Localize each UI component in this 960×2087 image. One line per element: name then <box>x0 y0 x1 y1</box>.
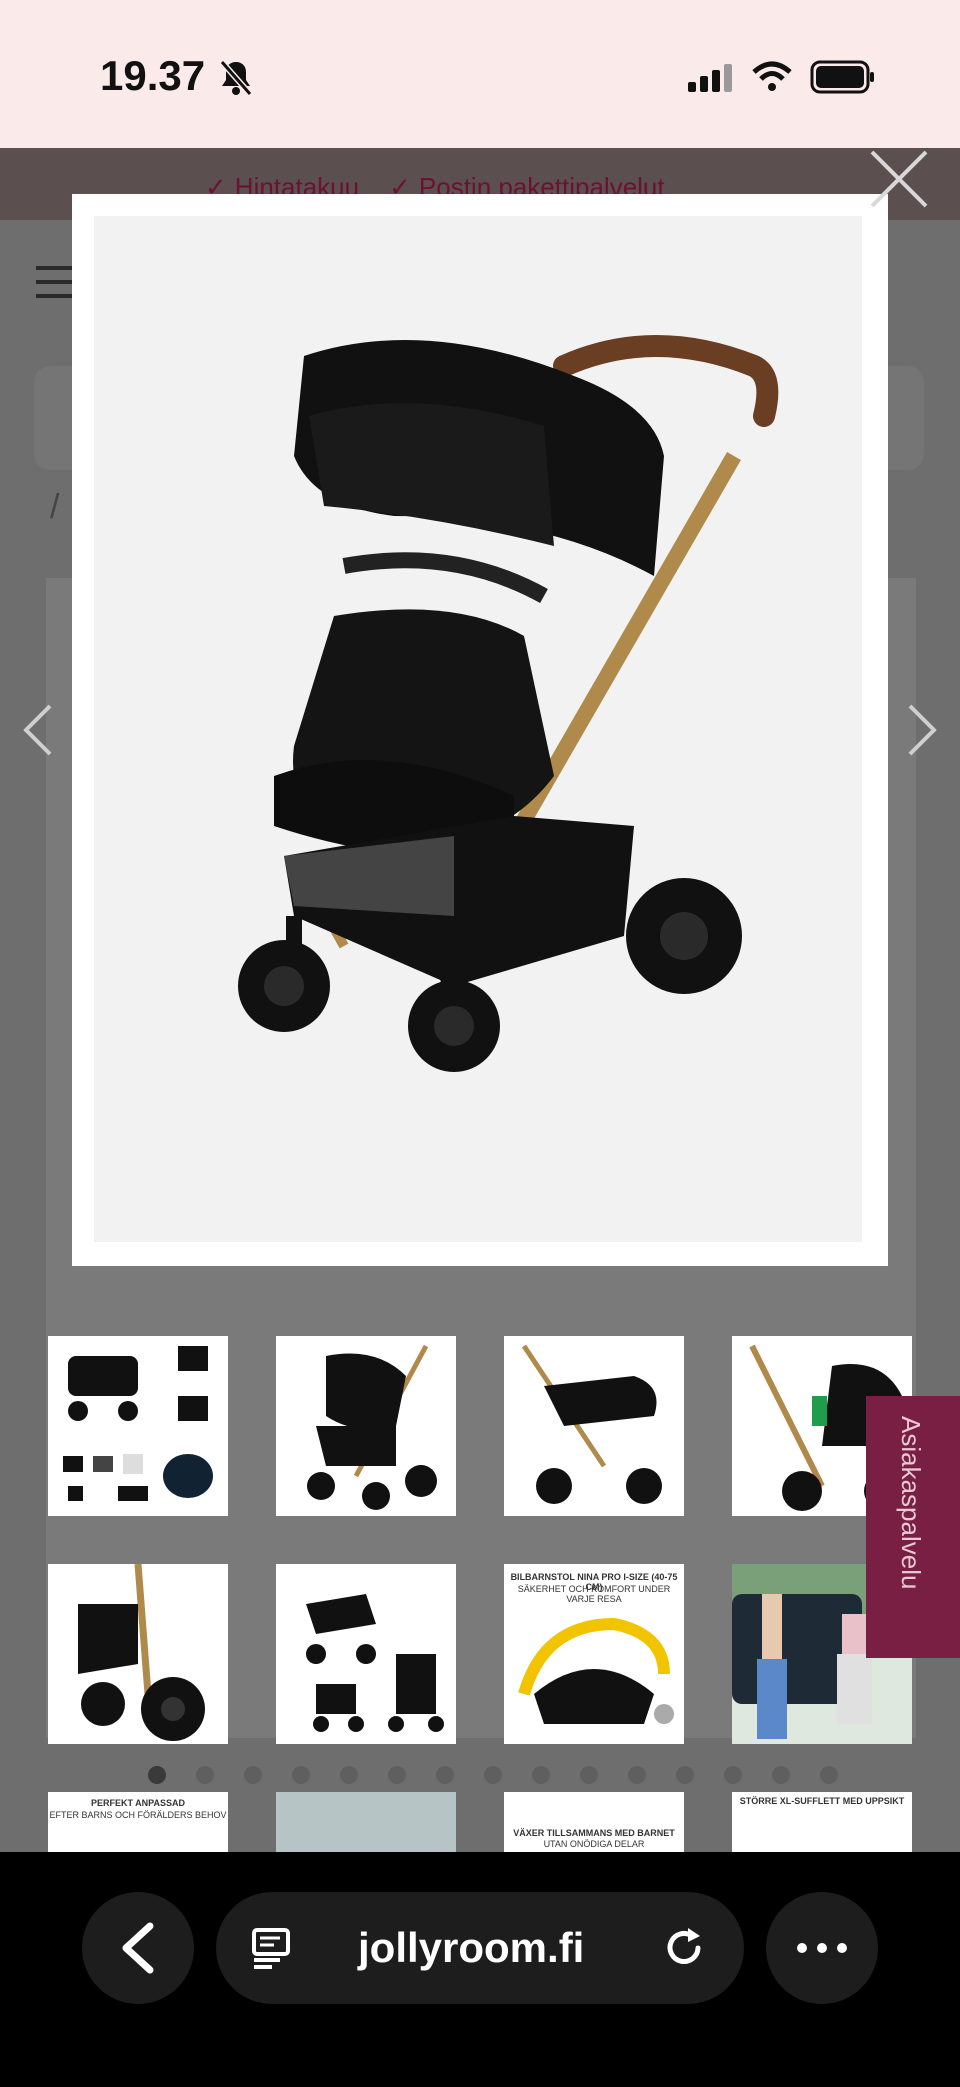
pagination-dot[interactable] <box>676 1766 694 1784</box>
close-icon[interactable] <box>866 146 932 212</box>
thumbnail[interactable] <box>276 1564 456 1744</box>
thumbnail[interactable]: VÄXER TILLSAMMANS MED BARNET UTAN ONÖDIG… <box>504 1792 684 1852</box>
pagination-dot[interactable] <box>628 1766 646 1784</box>
pagination-dot[interactable] <box>292 1766 310 1784</box>
customer-service-tab[interactable]: Asiakaspalvelu <box>866 1396 960 1658</box>
pagination-dot[interactable] <box>196 1766 214 1784</box>
thumbnail[interactable] <box>276 1336 456 1516</box>
hamburger-menu-icon[interactable] <box>36 266 76 308</box>
thumb-caption: UTAN ONÖDIGA DELAR <box>543 1839 645 1849</box>
pagination-dot[interactable] <box>484 1766 502 1784</box>
pagination-dot[interactable] <box>532 1766 550 1784</box>
pagination-dot[interactable] <box>820 1766 838 1784</box>
thumbnail[interactable]: STÖRRE XL-SUFFLETT MED UPPSIKT <box>732 1792 912 1852</box>
reload-icon[interactable] <box>662 1926 706 1970</box>
thumb-caption: EFTER BARNS OCH FÖRÄLDERS BEHOV <box>49 1810 227 1820</box>
pagination-dot[interactable] <box>148 1766 166 1784</box>
reader-mode-icon[interactable] <box>250 1926 294 1970</box>
previous-image-arrow-icon[interactable] <box>18 700 58 760</box>
thumbnail[interactable]: PERFEKT ANPASSAD EFTER BARNS OCH FÖRÄLDE… <box>48 1792 228 1852</box>
next-image-arrow-icon[interactable] <box>902 700 942 760</box>
customer-service-label: Asiakaspalvelu <box>896 1416 926 1590</box>
thumb-caption: SÄKERHET OCH KOMFORT UNDER VARJE RESA <box>517 1584 671 1604</box>
battery-icon <box>810 60 874 94</box>
pagination-dot[interactable] <box>388 1766 406 1784</box>
stroller-image <box>238 335 779 1072</box>
lightbox-image <box>94 216 862 1242</box>
address-bar[interactable]: jollyroom.fi <box>216 1892 744 2004</box>
ellipsis-icon <box>797 1943 847 1953</box>
thumbnail[interactable] <box>276 1792 456 1852</box>
thumbnail[interactable]: BILBARNSTOL NINA PRO I-SIZE (40-75 CM) S… <box>504 1564 684 1744</box>
url-domain: jollyroom.fi <box>358 1924 585 1971</box>
breadcrumb: / <box>50 488 60 526</box>
thumbnail[interactable] <box>48 1336 228 1516</box>
more-options-button[interactable] <box>766 1892 878 2004</box>
thumb-caption: VÄXER TILLSAMMANS MED BARNET <box>513 1828 675 1838</box>
thumbnail[interactable] <box>48 1564 228 1744</box>
browser-toolbar: jollyroom.fi <box>0 1852 960 2087</box>
pagination-dot[interactable] <box>772 1766 790 1784</box>
thumb-caption: STÖRRE XL-SUFFLETT MED UPPSIKT <box>739 1796 905 1806</box>
pagination-dot[interactable] <box>580 1766 598 1784</box>
pagination-dot[interactable] <box>724 1766 742 1784</box>
pagination-dot[interactable] <box>436 1766 454 1784</box>
thumb-caption: PERFEKT ANPASSAD <box>90 1798 185 1808</box>
pagination-dot[interactable] <box>244 1766 262 1784</box>
thumbnail[interactable] <box>504 1336 684 1516</box>
back-button[interactable] <box>82 1892 194 2004</box>
status-bar: 19.37 <box>0 0 960 148</box>
chevron-left-icon <box>122 1922 154 1974</box>
signal-icon <box>688 64 732 92</box>
bell-muted-icon <box>219 60 253 96</box>
wifi-icon <box>752 61 792 91</box>
status-time: 19.37 <box>100 52 206 99</box>
pagination-dot[interactable] <box>340 1766 358 1784</box>
image-lightbox <box>72 194 888 1266</box>
